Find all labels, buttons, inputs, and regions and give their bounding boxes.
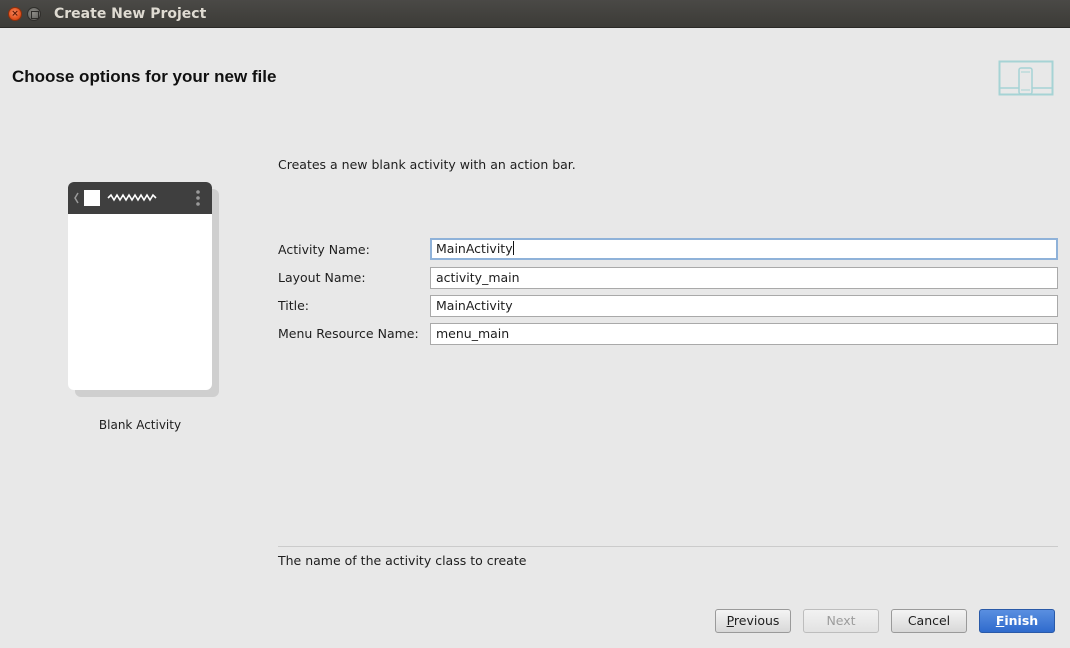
- activity-name-value: MainActivity: [436, 241, 513, 256]
- menu-resource-name-label: Menu Resource Name:: [278, 326, 419, 341]
- overflow-menu-icon: [196, 190, 200, 194]
- activity-name-input[interactable]: MainActivity: [430, 238, 1058, 260]
- menu-resource-name-input[interactable]: menu_main: [430, 323, 1058, 345]
- cancel-button[interactable]: Cancel: [891, 609, 967, 633]
- layout-name-value: activity_main: [436, 270, 520, 285]
- previous-label-rest: revious: [733, 613, 780, 628]
- window-close-button[interactable]: ×: [8, 7, 22, 21]
- title-label: Title:: [278, 298, 309, 313]
- page-title: Choose options for your new file: [12, 67, 277, 86]
- phone-mockup: [68, 182, 212, 390]
- previous-mnemonic: P: [726, 613, 734, 628]
- layout-name-label: Layout Name:: [278, 270, 366, 285]
- hint-separator: [278, 546, 1058, 547]
- cancel-label: Cancel: [907, 613, 951, 628]
- window-titlebar: × Create New Project: [0, 0, 1070, 28]
- back-chevron-icon: [74, 192, 79, 204]
- menu-resource-name-value: menu_main: [436, 326, 510, 341]
- template-description: Creates a new blank activity with an act…: [278, 157, 576, 172]
- action-bar-icons: [74, 190, 200, 206]
- title-squiggle-icon: [107, 193, 157, 202]
- next-label: Next: [826, 613, 856, 628]
- finish-button[interactable]: Finish: [979, 609, 1055, 633]
- app-icon: [84, 190, 100, 206]
- previous-button[interactable]: Previous: [715, 609, 791, 633]
- next-button[interactable]: Next: [803, 609, 879, 633]
- window-title: Create New Project: [54, 6, 207, 22]
- template-preview: [68, 182, 220, 398]
- title-input[interactable]: MainActivity: [430, 295, 1058, 317]
- layout-name-input[interactable]: activity_main: [430, 267, 1058, 289]
- device-form-factor-icon: [998, 60, 1054, 96]
- field-hint: The name of the activity class to create: [278, 553, 527, 568]
- activity-name-label: Activity Name:: [278, 242, 370, 257]
- close-icon: ×: [11, 9, 19, 19]
- title-value: MainActivity: [436, 298, 513, 313]
- template-name-label: Blank Activity: [98, 418, 182, 432]
- preview-action-bar: [68, 182, 212, 214]
- text-caret: [512, 241, 514, 255]
- window-maximize-button[interactable]: [27, 7, 41, 21]
- finish-label-rest: inish: [1004, 613, 1039, 628]
